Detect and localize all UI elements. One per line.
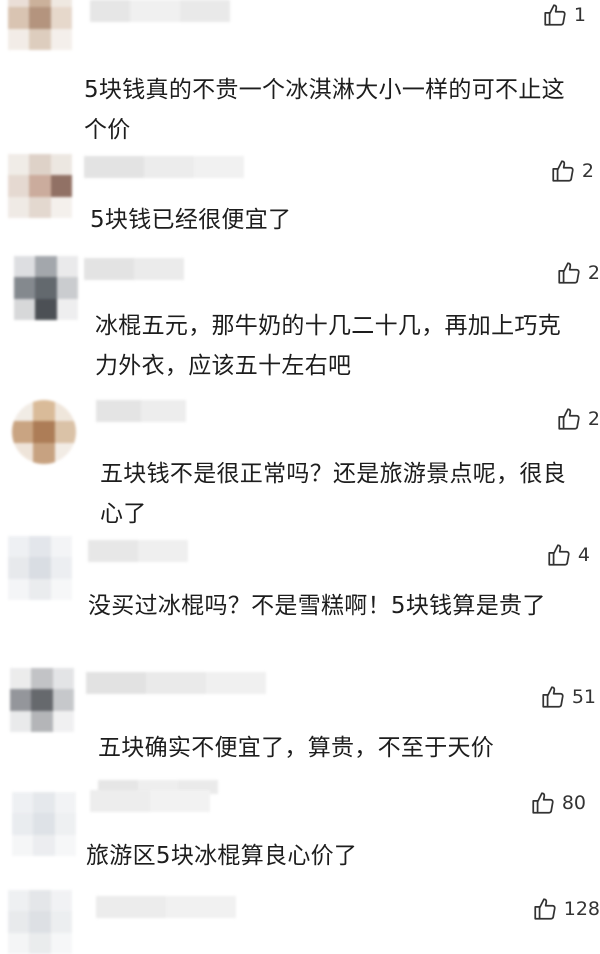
like-count: 2 [587,262,600,284]
avatar[interactable] [8,890,72,954]
avatar[interactable] [8,154,72,218]
thumbs-up-icon [552,160,574,182]
like-count: 51 [571,686,596,708]
username[interactable] [90,0,230,22]
like-count: 4 [577,544,590,566]
comment-text: 5块钱真的不贵一个冰淇淋大小一样的可不止这个价 [84,77,565,143]
thumbs-up-icon [558,262,580,284]
like-button[interactable]: 128 [532,896,600,922]
comment-text: 旅游区5块冰棍算良心价了 [86,843,358,869]
like-count: 80 [561,792,586,814]
avatar[interactable] [14,256,78,320]
avatar[interactable] [8,536,72,600]
avatar[interactable] [12,792,76,856]
like-count: 128 [563,898,600,920]
comment-text: 五块钱不是很正常吗？还是旅游景点呢，很良心了 [100,461,566,527]
thumbs-up-icon [548,544,570,566]
like-button[interactable]: 1 [542,2,586,28]
username[interactable] [90,790,210,812]
username[interactable] [84,258,184,280]
like-button[interactable]: 2 [556,406,600,432]
like-button[interactable]: 2 [556,260,600,286]
like-button[interactable]: 51 [540,684,596,710]
thumbs-up-icon [544,4,566,26]
username[interactable] [84,156,244,178]
thumbs-up-icon [534,898,556,920]
like-button[interactable]: 4 [546,542,590,568]
avatar[interactable] [10,668,74,732]
like-count: 2 [587,408,600,430]
thumbs-up-icon [532,792,554,814]
thumbs-up-icon [558,408,580,430]
comment-text: 5块钱已经很便宜了 [90,207,292,233]
like-button[interactable]: 80 [530,790,586,816]
comment-text: 冰棍五元，那牛奶的十几二十几，再加上巧克力外衣，应该五十左右吧 [95,313,561,379]
username[interactable] [96,400,186,422]
like-count: 1 [573,4,586,26]
like-button[interactable]: 2 [550,158,594,184]
username[interactable] [86,672,266,694]
username[interactable] [96,896,236,918]
comment-text: 五块确实不便宜了，算贵，不至于天价 [98,735,495,761]
comment-text: 没买过冰棍吗？不是雪糕啊！5块钱算是贵了 [88,593,546,619]
username[interactable] [88,540,188,562]
thumbs-up-icon [542,686,564,708]
like-count: 2 [581,160,594,182]
avatar[interactable] [12,400,76,464]
avatar[interactable] [8,0,72,50]
